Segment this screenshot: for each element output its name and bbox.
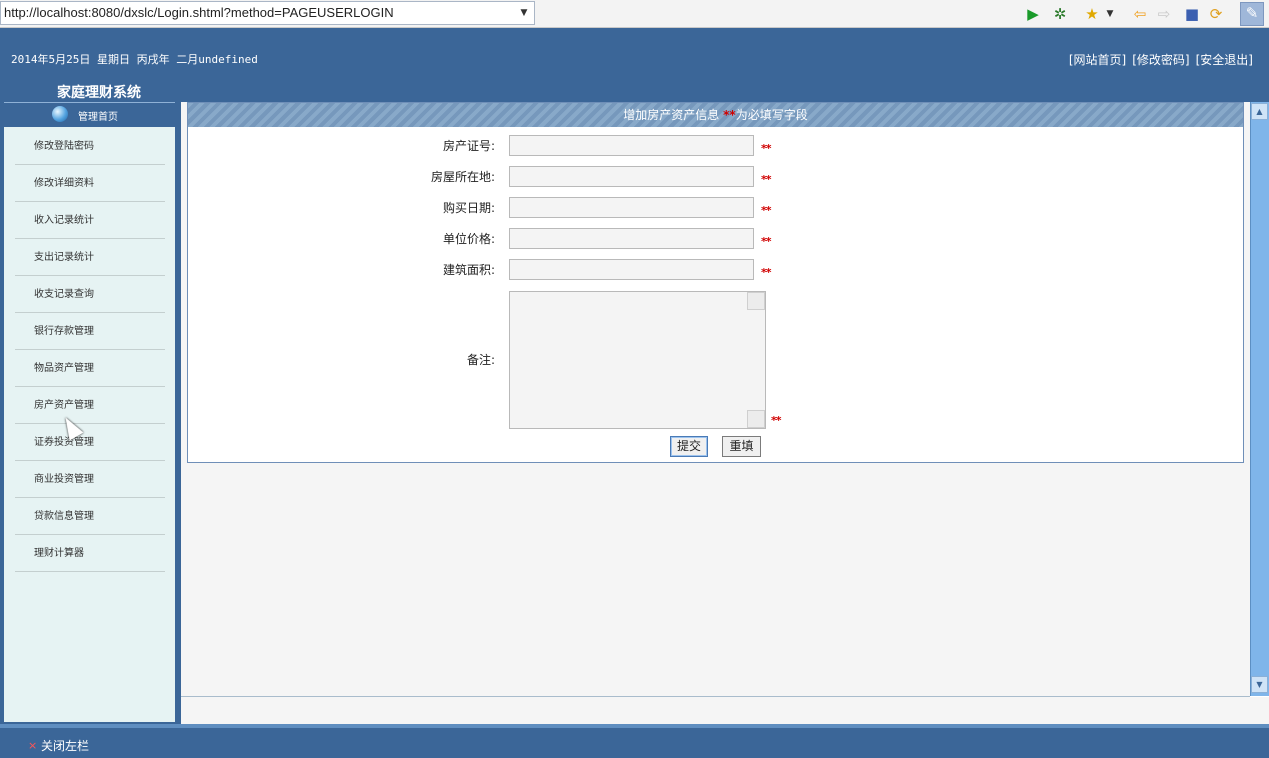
required-mark: ** (761, 204, 771, 217)
scroll-up-icon[interactable]: ▲ (1251, 103, 1268, 120)
content-footer-strip (181, 697, 1269, 724)
scroll-down-icon[interactable]: ▼ (1251, 676, 1268, 693)
sidebar-item-edit-profile[interactable]: 修改详细资料 (15, 165, 165, 202)
textarea-scroll-up-icon[interactable] (747, 292, 765, 310)
form-title-note: 为必填写字段 (735, 108, 808, 122)
logout-link[interactable]: [安全退出] (1196, 53, 1253, 67)
stop-icon[interactable]: ■ (1184, 4, 1200, 24)
close-sidebar-link[interactable]: 关闭左栏 (41, 737, 89, 754)
sidebar-item-records-query[interactable]: 收支记录查询 (15, 276, 165, 313)
sidebar-item-income-stats[interactable]: 收入记录统计 (15, 202, 165, 239)
forward-arrow-icon[interactable]: ⇨ (1154, 4, 1174, 24)
submit-button[interactable]: 提交 (670, 436, 708, 457)
required-mark: ** (761, 235, 771, 248)
form-title: 增加房产资产信息 **为必填写字段 (188, 103, 1243, 127)
required-mark: ** (761, 173, 771, 186)
sidebar-item-change-login-password[interactable]: 修改登陆密码 (15, 128, 165, 165)
page-footer (0, 724, 1269, 758)
settings-icon[interactable]: ✎ (1240, 2, 1264, 26)
star-icon[interactable]: ★ (1082, 4, 1102, 24)
close-icon[interactable]: × (28, 739, 37, 752)
reset-button[interactable]: 重填 (722, 436, 761, 457)
address-dropdown-icon[interactable]: ▼ (518, 6, 530, 20)
sidebar-home-link[interactable]: 管理首页 (78, 108, 118, 123)
sidebar-item-expense-stats[interactable]: 支出记录统计 (15, 239, 165, 276)
header-links: [网站首页] [修改密码] [安全退出] (1063, 51, 1253, 68)
sidebar-item-securities[interactable]: 证券投资管理 (15, 424, 165, 461)
change-password-link[interactable]: [修改密码] (1132, 53, 1189, 67)
back-arrow-icon[interactable]: ⇦ (1130, 4, 1150, 24)
field-label-location: 房屋所在地: (430, 170, 495, 184)
debug-icon[interactable]: ✲ (1050, 4, 1070, 24)
star-dropdown-icon[interactable]: ▼ (1104, 4, 1116, 24)
unit-price-input[interactable] (509, 228, 754, 249)
sidebar-item-goods-assets[interactable]: 物品资产管理 (15, 350, 165, 387)
remark-textarea[interactable] (509, 291, 766, 429)
field-label-unit-price: 单位价格: (442, 232, 495, 246)
required-mark: ** (723, 108, 736, 122)
sidebar-item-business-investment[interactable]: 商业投资管理 (15, 461, 165, 498)
purchase-date-input[interactable] (509, 197, 754, 218)
required-mark: ** (761, 266, 771, 279)
form-title-text: 增加房产资产信息 (623, 108, 720, 122)
cert-no-input[interactable] (509, 135, 754, 156)
sidebar-item-property-assets[interactable]: 房产资产管理 (15, 387, 165, 424)
sidebar-item-loans[interactable]: 贷款信息管理 (15, 498, 165, 535)
location-input[interactable] (509, 166, 754, 187)
vertical-scrollbar[interactable] (1250, 102, 1269, 696)
refresh-icon[interactable]: ⟳ (1206, 4, 1226, 24)
system-title: 家庭理财系统 (57, 85, 141, 101)
field-label-area: 建筑面积: (442, 263, 495, 277)
required-mark: ** (771, 414, 781, 427)
play-icon[interactable]: ▶ (1024, 4, 1042, 24)
required-mark: ** (761, 142, 771, 155)
field-label-remark: 备注: (466, 353, 495, 367)
date-display: 2014年5月25日 星期日 丙戌年 二月undefined (11, 53, 258, 66)
area-input[interactable] (509, 259, 754, 280)
field-label-purchase-date: 购买日期: (442, 201, 495, 215)
textarea-scroll-down-icon[interactable] (747, 410, 765, 428)
sidebar-item-finance-calculator[interactable]: 理财计算器 (15, 535, 165, 572)
site-home-link[interactable]: [网站首页] (1069, 53, 1126, 67)
sidebar-item-bank-deposits[interactable]: 银行存款管理 (15, 313, 165, 350)
globe-icon (52, 106, 68, 122)
address-bar[interactable]: http://localhost:8080/dxslc/Login.shtml?… (0, 1, 535, 25)
field-label-cert-no: 房产证号: (442, 139, 495, 153)
